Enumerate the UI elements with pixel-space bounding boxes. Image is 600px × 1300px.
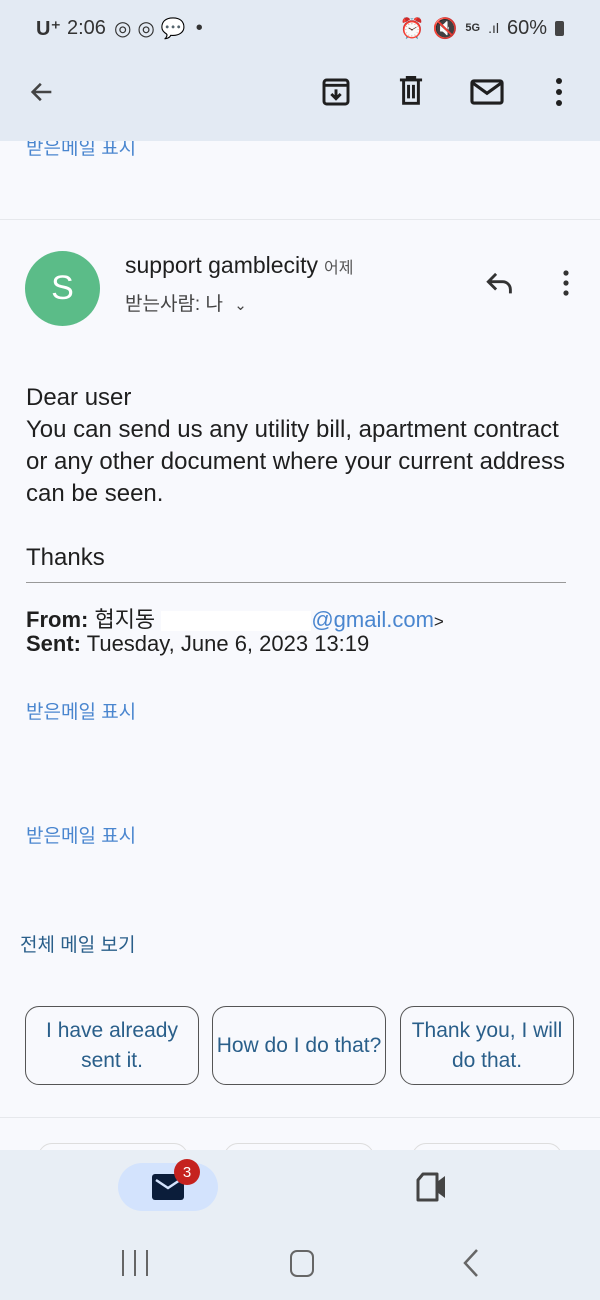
recipients: 받는사람: 나 xyxy=(125,294,223,315)
archive-icon[interactable] xyxy=(320,76,352,108)
from-line: From: 협지동 @gmail.com> xyxy=(26,602,444,634)
smart-reply-chip[interactable]: I have already sent it. xyxy=(25,1006,199,1085)
body-line: Dear user xyxy=(26,384,132,411)
battery-level: 60% xyxy=(506,16,547,39)
from-suffix: > xyxy=(433,612,444,631)
trash-icon[interactable] xyxy=(396,75,426,107)
sent-line: Sent: Tuesday, June 6, 2023 13:19 xyxy=(26,631,369,657)
status-bar: U⁺ 2:06 ◎ ◎ 💬 • ⏰ 🔇 5G .ıl 60% xyxy=(36,14,564,42)
sent-value: Tuesday, June 6, 2023 13:19 xyxy=(86,631,370,656)
sent-label: Sent: xyxy=(26,631,81,656)
body-line: You can send us any utility bill, apartm… xyxy=(26,416,565,507)
more-vert-icon[interactable] xyxy=(551,77,567,107)
instagram-icon: ◎ xyxy=(137,17,155,40)
show-quoted-link[interactable]: 받은메일 표시 xyxy=(26,697,136,724)
smart-reply-chip[interactable]: How do I do that? xyxy=(212,1006,386,1085)
home-button[interactable] xyxy=(290,1250,314,1277)
message-body: Dear user You can send us any utility bi… xyxy=(26,382,566,574)
recipients-toggle[interactable]: 받는사람: 나 ⌄ xyxy=(125,289,247,316)
dot-icon: • xyxy=(195,16,203,39)
sender: support gamblecity xyxy=(125,252,319,278)
from-name: 협지동 xyxy=(94,607,156,632)
meet-video-icon[interactable] xyxy=(415,1172,449,1202)
alarm-icon: ⏰ xyxy=(399,17,425,40)
quote-separator xyxy=(26,582,566,583)
avatar[interactable]: S xyxy=(25,251,100,326)
unread-badge: 3 xyxy=(174,1159,200,1185)
chevron-down-icon: ⌄ xyxy=(234,297,247,314)
recent-apps-button[interactable] xyxy=(122,1250,148,1276)
kakaotalk-icon: 💬 xyxy=(160,17,186,40)
network-type: 5G xyxy=(465,22,481,34)
mark-unread-icon[interactable] xyxy=(470,78,504,106)
divider xyxy=(0,1117,600,1118)
back-arrow-icon[interactable] xyxy=(28,78,56,106)
view-full-message-link[interactable]: 전체 메일 보기 xyxy=(20,930,135,957)
back-nav-button[interactable] xyxy=(462,1248,480,1278)
clock: 2:06 xyxy=(67,16,106,39)
show-quoted-link[interactable]: 받은메일 표시 xyxy=(26,821,136,848)
body-line: Thanks xyxy=(26,544,105,571)
body-line xyxy=(26,510,566,542)
from-label: From: xyxy=(26,607,89,632)
reply-icon[interactable] xyxy=(484,270,516,296)
redacted-block xyxy=(161,611,312,632)
more-vert-icon[interactable] xyxy=(561,270,571,296)
mute-icon: 🔇 xyxy=(432,17,458,40)
divider xyxy=(0,219,600,220)
bottom-nav xyxy=(0,1150,600,1300)
carrier: U⁺ xyxy=(36,17,61,40)
sender-name: support gamblecity 어제 xyxy=(125,252,354,279)
instagram-icon: ◎ xyxy=(113,17,132,40)
message-date: 어제 xyxy=(324,260,354,277)
signal-icon: .ıl xyxy=(488,20,499,36)
smart-reply-chip[interactable]: Thank you, I will do that. xyxy=(400,1006,574,1085)
from-email-link[interactable]: @gmail.com xyxy=(311,607,434,632)
battery-icon xyxy=(555,20,564,36)
